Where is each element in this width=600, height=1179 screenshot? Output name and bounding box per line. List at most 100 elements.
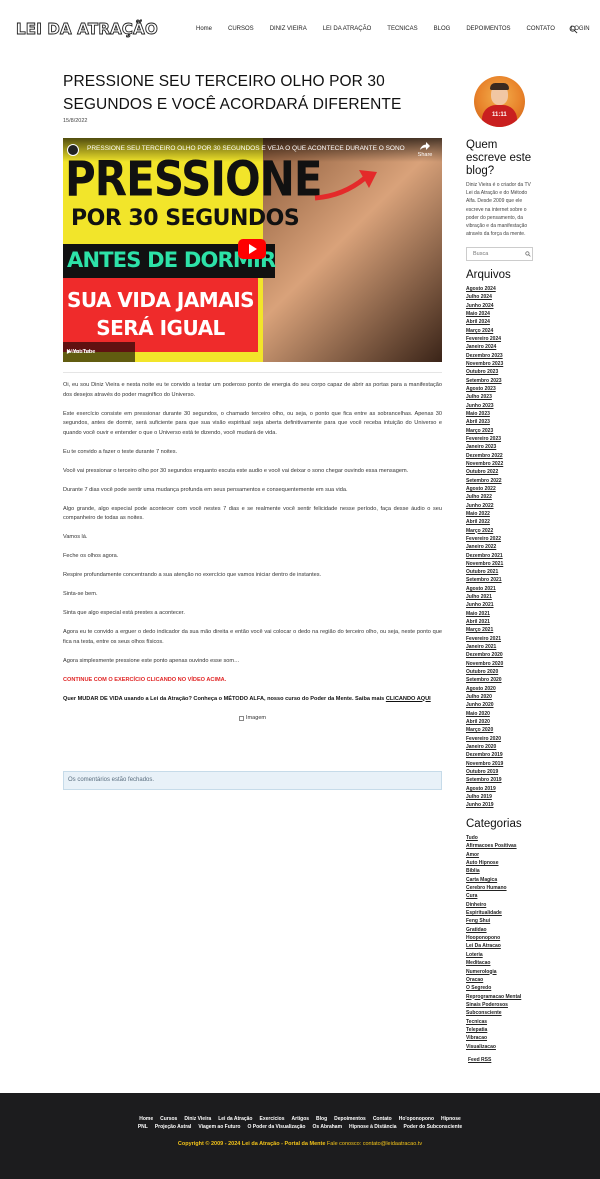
archive-link[interactable]: Janeiro 2021 <box>466 644 496 650</box>
archive-link[interactable]: Março 2023 <box>466 428 493 434</box>
archive-link[interactable]: Agosto 2019 <box>466 786 496 792</box>
archive-link[interactable]: Novembro 2022 <box>466 461 503 467</box>
nav-item[interactable]: LEI DA ATRAÇÃO <box>315 25 380 33</box>
footer-link[interactable]: Cursos <box>160 1116 177 1122</box>
archive-link[interactable]: Agosto 2020 <box>466 686 496 692</box>
archive-link[interactable]: Fevereiro 2023 <box>466 436 501 442</box>
archive-link[interactable]: Setembro 2019 <box>466 777 502 783</box>
nav-item[interactable]: DEPOIMENTOS <box>458 25 518 33</box>
category-link[interactable]: O Segredo <box>466 985 491 991</box>
archive-link[interactable]: Novembro 2021 <box>466 561 503 567</box>
play-button[interactable] <box>238 239 266 259</box>
archive-link[interactable]: Abril 2022 <box>466 519 490 525</box>
archive-link[interactable]: Novembro 2020 <box>466 661 503 667</box>
category-link[interactable]: Reprogramacao Mental <box>466 994 521 1000</box>
category-link[interactable]: Cura <box>466 893 477 899</box>
archive-link[interactable]: Junho 2023 <box>466 403 494 409</box>
archive-link[interactable]: Julho 2022 <box>466 494 492 500</box>
category-link[interactable]: Subconsciente <box>466 1010 502 1016</box>
category-link[interactable]: Afirmacoes Positivas <box>466 843 517 849</box>
archive-link[interactable]: Novembro 2023 <box>466 361 503 367</box>
archive-link[interactable]: Dezembro 2021 <box>466 553 503 559</box>
archive-link[interactable]: Janeiro 2022 <box>466 544 496 550</box>
category-link[interactable]: Sinais Poderosos <box>466 1002 508 1008</box>
archive-link[interactable]: Junho 2019 <box>466 802 494 808</box>
footer-link[interactable]: Diniz Vieira <box>184 1116 211 1122</box>
category-link[interactable]: Carta Magica <box>466 877 497 883</box>
archive-link[interactable]: Junho 2024 <box>466 303 494 309</box>
archive-link[interactable]: Maio 2024 <box>466 311 490 317</box>
archive-link[interactable]: Março 2022 <box>466 528 493 534</box>
archive-link[interactable]: Setembro 2023 <box>466 378 502 384</box>
archive-link[interactable]: Fevereiro 2022 <box>466 536 501 542</box>
cta-course-link[interactable]: CLICANDO AQUI <box>386 696 431 702</box>
share-button[interactable]: Share <box>414 142 436 158</box>
watch-on-youtube-button[interactable]: Watch on ▶ YouTube <box>63 342 135 362</box>
category-link[interactable]: Lei Da Atracao <box>466 943 501 949</box>
archive-link[interactable]: Abril 2020 <box>466 719 490 725</box>
archive-link[interactable]: Fevereiro 2020 <box>466 736 501 742</box>
search-input[interactable] <box>467 248 523 260</box>
archive-link[interactable]: Junho 2021 <box>466 602 494 608</box>
nav-item[interactable]: Home <box>188 25 220 33</box>
archive-link[interactable]: Maio 2021 <box>466 611 490 617</box>
category-link[interactable]: Tudo <box>466 835 478 841</box>
archive-link[interactable]: Outubro 2023 <box>466 369 498 375</box>
footer-link[interactable]: Depoimentos <box>334 1116 366 1122</box>
archive-link[interactable]: Janeiro 2024 <box>466 344 496 350</box>
category-link[interactable]: Espiritualidade <box>466 910 502 916</box>
archive-link[interactable]: Abril 2023 <box>466 419 490 425</box>
archive-link[interactable]: Janeiro 2020 <box>466 744 496 750</box>
archive-link[interactable]: Julho 2020 <box>466 694 492 700</box>
archive-link[interactable]: Agosto 2022 <box>466 486 496 492</box>
archive-link[interactable]: Julho 2021 <box>466 594 492 600</box>
archive-link[interactable]: Outubro 2019 <box>466 769 498 775</box>
category-link[interactable]: Hooponopono <box>466 935 500 941</box>
category-link[interactable]: Telepatia <box>466 1027 487 1033</box>
archive-link[interactable]: Setembro 2020 <box>466 677 502 683</box>
footer-link[interactable]: Contato <box>373 1116 392 1122</box>
footer-link[interactable]: PNL <box>138 1124 148 1130</box>
category-link[interactable]: Gratidao <box>466 927 487 933</box>
nav-item[interactable]: CONTATO <box>519 25 563 33</box>
archive-link[interactable]: Janeiro 2023 <box>466 444 496 450</box>
archive-link[interactable]: Março 2024 <box>466 328 493 334</box>
archive-link[interactable]: Maio 2022 <box>466 511 490 517</box>
video-embed[interactable]: PRESSIONE POR 30 SEGUNDOS ANTES DE DORMI… <box>63 138 442 362</box>
search-icon[interactable] <box>525 251 531 257</box>
footer-link[interactable]: Blog <box>316 1116 327 1122</box>
footer-link[interactable]: Os Abraham <box>312 1124 342 1130</box>
footer-link[interactable]: Hipnose à Distância <box>349 1124 397 1130</box>
archive-link[interactable]: Fevereiro 2024 <box>466 336 501 342</box>
category-link[interactable]: Meditacao <box>466 960 490 966</box>
nav-item[interactable]: DINIZ VIEIRA <box>262 25 315 33</box>
archive-link[interactable]: Março 2020 <box>466 727 493 733</box>
archive-link[interactable]: Maio 2023 <box>466 411 490 417</box>
archive-link[interactable]: Julho 2019 <box>466 794 492 800</box>
category-link[interactable]: Cerebro Humano <box>466 885 507 891</box>
footer-link[interactable]: Poder do Subconsciente <box>404 1124 463 1130</box>
footer-link[interactable]: Home <box>139 1116 153 1122</box>
archive-link[interactable]: Abril 2021 <box>466 619 490 625</box>
archive-link[interactable]: Julho 2023 <box>466 394 492 400</box>
channel-avatar-icon[interactable] <box>67 144 79 156</box>
category-link[interactable]: Bíblia <box>466 868 480 874</box>
category-link[interactable]: Visualizacao <box>466 1044 496 1050</box>
archive-link[interactable]: Dezembro 2020 <box>466 652 503 658</box>
archive-link[interactable]: Julho 2024 <box>466 294 492 300</box>
feed-rss-link[interactable]: Feed RSS <box>468 1057 491 1063</box>
archive-link[interactable]: Junho 2020 <box>466 702 494 708</box>
archive-link[interactable]: Agosto 2023 <box>466 386 496 392</box>
category-link[interactable]: Loteria <box>466 952 483 958</box>
category-link[interactable]: Vibracao <box>466 1035 487 1041</box>
archive-link[interactable]: Outubro 2022 <box>466 469 498 475</box>
search-icon[interactable] <box>569 25 578 34</box>
archive-link[interactable]: Agosto 2024 <box>466 286 496 292</box>
footer-link[interactable]: Viagem ao Futuro <box>198 1124 240 1130</box>
archive-link[interactable]: Fevereiro 2021 <box>466 636 501 642</box>
archive-link[interactable]: Setembro 2022 <box>466 478 502 484</box>
archive-link[interactable]: Outubro 2020 <box>466 669 498 675</box>
category-link[interactable]: Tecnicas <box>466 1019 487 1025</box>
footer-link[interactable]: Exercícios <box>260 1116 285 1122</box>
archive-link[interactable]: Maio 2020 <box>466 711 490 717</box>
